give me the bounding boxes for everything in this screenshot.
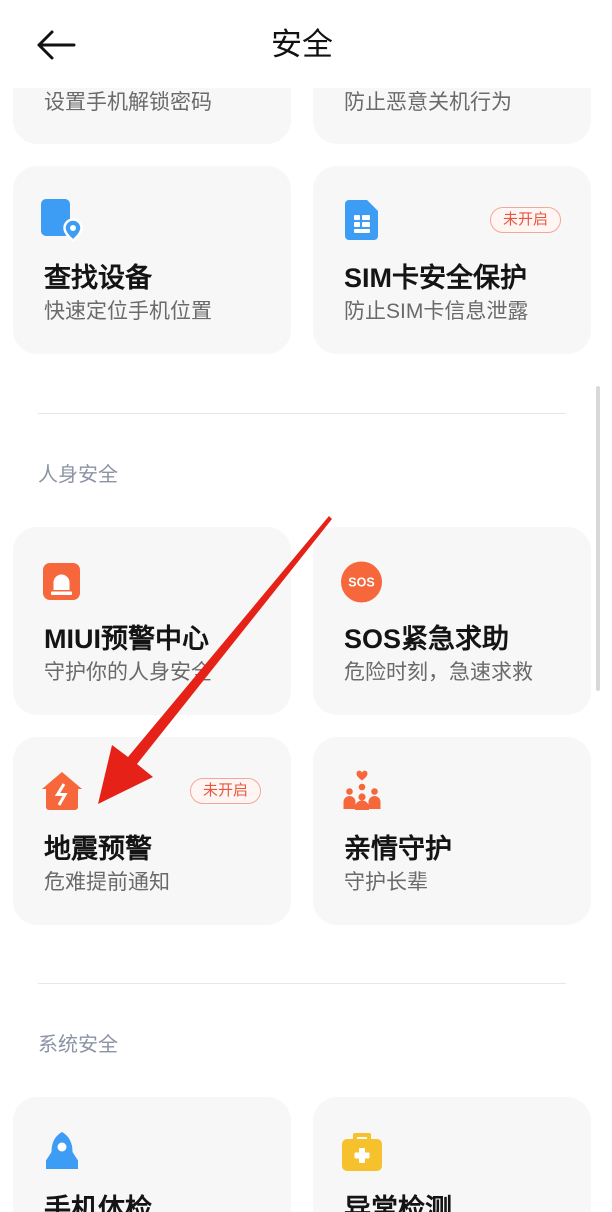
section-divider (38, 983, 566, 984)
app-header: 安全 (0, 0, 612, 88)
section-title-system-safety: 系统安全 (38, 1034, 118, 1056)
find-device-icon (41, 199, 83, 242)
card-title: MIUI预警中心 (44, 624, 209, 654)
card-alert-center[interactable]: MIUI预警中心 守护你的人身安全 (13, 527, 291, 715)
sos-icon-label: SOS (348, 576, 374, 590)
card-subtitle: 设置手机解锁密码 (44, 91, 212, 114)
card-earthquake-alert[interactable]: 未开启 地震预警 危难提前通知 (13, 737, 291, 925)
card-title: 异常检测 (344, 1194, 452, 1212)
alert-center-icon (43, 563, 80, 600)
card-subtitle: 防止SIM卡信息泄露 (344, 300, 529, 323)
card-subtitle: 防止恶意关机行为 (344, 91, 512, 114)
card-sos[interactable]: SOS SOS紧急求助 危险时刻，急速求救 (313, 527, 591, 715)
back-arrow-icon (37, 30, 76, 60)
card-sim-protection[interactable]: 未开启 SIM卡安全保护 防止SIM卡信息泄露 (313, 166, 591, 354)
card-shutdown-protection[interactable]: 防止恶意关机行为 (313, 88, 591, 144)
card-subtitle: 守护你的人身安全 (44, 661, 212, 684)
sos-icon: SOS (341, 561, 382, 603)
card-find-device[interactable]: 查找设备 快速定位手机位置 (13, 166, 291, 354)
card-anomaly-detection[interactable]: 异常检测 (313, 1097, 591, 1212)
family-guard-icon (343, 770, 381, 810)
card-title: SIM卡安全保护 (344, 263, 528, 293)
status-badge: 未开启 (190, 778, 261, 804)
page-title: 安全 (271, 27, 333, 62)
card-subtitle: 危险时刻，急速求救 (344, 661, 533, 684)
card-unlock-password[interactable]: 设置手机解锁密码 (13, 88, 291, 144)
card-subtitle: 守护长辈 (344, 871, 428, 894)
card-title: 地震预警 (44, 834, 152, 864)
card-title: SOS紧急求助 (344, 624, 510, 654)
earthquake-alert-icon (42, 772, 82, 810)
card-family-guard[interactable]: 亲情守护 守护长辈 (313, 737, 591, 925)
card-phone-checkup[interactable]: 手机体检 (13, 1097, 291, 1212)
scrollbar[interactable] (596, 386, 600, 691)
status-badge: 未开启 (490, 207, 561, 233)
section-divider (38, 413, 566, 414)
card-title: 亲情守护 (344, 834, 452, 864)
card-subtitle: 危难提前通知 (44, 871, 170, 894)
back-button[interactable] (36, 29, 76, 61)
phone-checkup-icon (46, 1132, 78, 1169)
section-title-personal-safety: 人身安全 (38, 464, 118, 486)
card-title: 手机体检 (44, 1194, 152, 1212)
card-subtitle: 快速定位手机位置 (44, 300, 212, 323)
card-title: 查找设备 (44, 263, 152, 293)
anomaly-detection-icon (342, 1133, 382, 1171)
sim-card-icon (345, 200, 378, 240)
